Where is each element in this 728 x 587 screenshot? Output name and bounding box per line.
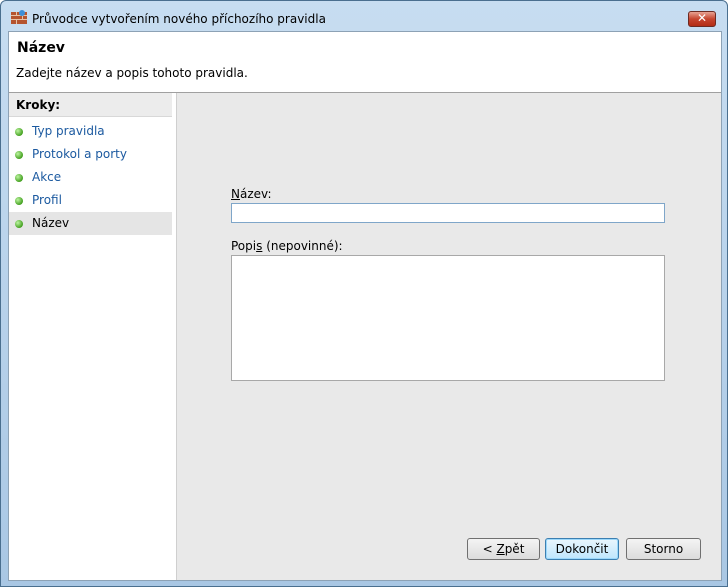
firewall-icon <box>11 10 27 24</box>
wizard-window: Průvodce vytvořením nového příchozího pr… <box>0 0 728 587</box>
back-label-post: pět <box>504 542 525 556</box>
client-area: Název Zadejte název a popis tohoto pravi… <box>8 31 722 581</box>
finish-button[interactable]: Dokončit <box>545 538 619 560</box>
step-label: Typ pravidla <box>32 124 105 138</box>
cancel-button[interactable]: Storno <box>626 538 701 560</box>
back-label-pre: < <box>482 542 497 556</box>
name-label-mnemonic: N <box>231 187 240 201</box>
step-label: Název <box>32 216 70 230</box>
step-action[interactable]: Akce <box>9 166 172 189</box>
step-status-icon <box>15 151 23 159</box>
name-label: Název: <box>231 187 272 201</box>
back-button[interactable]: < Zpět <box>467 538 540 560</box>
step-status-icon <box>15 174 23 182</box>
steps-panel: Kroky: Typ pravidla Protokol a porty Akc… <box>9 93 177 580</box>
close-button[interactable]: ✕ <box>688 11 716 27</box>
step-status-icon <box>15 220 23 228</box>
step-name[interactable]: Název <box>9 212 172 235</box>
page-subtitle: Zadejte název a popis tohoto pravidla. <box>16 66 248 80</box>
back-label-mnemonic: Z <box>496 542 505 556</box>
step-status-icon <box>15 197 23 205</box>
description-label-pre: Popi <box>231 239 257 253</box>
step-label: Akce <box>32 170 62 184</box>
name-input[interactable] <box>231 203 665 223</box>
description-label: Popis (nepovinné): <box>231 239 343 253</box>
title-bar[interactable]: Průvodce vytvořením nového příchozího pr… <box>1 1 727 31</box>
content-panel: Název: Popis (nepovinné): < Zpět Dokonči… <box>177 93 721 580</box>
step-label: Protokol a porty <box>32 147 127 161</box>
page-title: Název <box>17 40 65 56</box>
close-icon: ✕ <box>696 11 708 25</box>
description-label-post: (nepovinné): <box>262 239 343 253</box>
page-header: Název Zadejte název a popis tohoto pravi… <box>9 32 721 93</box>
name-label-text: ázev: <box>239 187 272 201</box>
steps-title: Kroky: <box>9 93 172 117</box>
step-protocol-ports[interactable]: Protokol a porty <box>9 143 172 166</box>
step-label: Profil <box>32 193 62 207</box>
description-textarea[interactable] <box>231 255 665 381</box>
step-profile[interactable]: Profil <box>9 189 172 212</box>
step-rule-type[interactable]: Typ pravidla <box>9 120 172 143</box>
window-title: Průvodce vytvořením nového příchozího pr… <box>32 12 326 26</box>
step-status-icon <box>15 128 23 136</box>
